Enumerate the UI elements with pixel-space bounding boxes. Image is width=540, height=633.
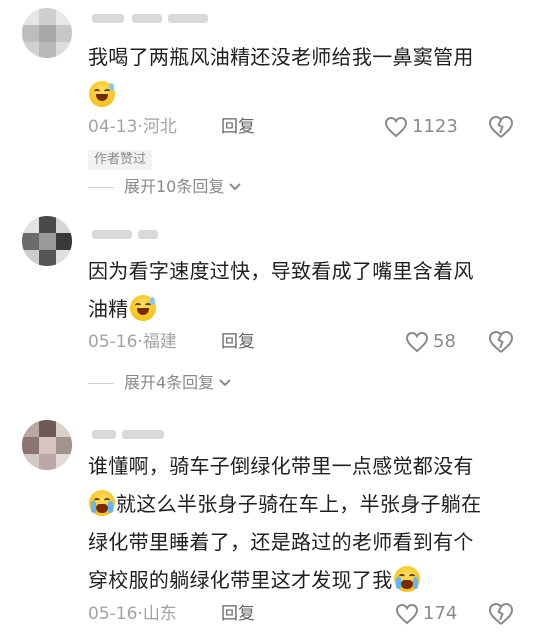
dislike-button[interactable] (488, 329, 514, 355)
dislike-button[interactable] (488, 114, 514, 140)
like-button[interactable]: 58 (405, 330, 456, 354)
comment-meta: 05-16 · 山东 (88, 603, 177, 625)
dislike-button[interactable] (488, 601, 514, 627)
comment-text-line: 油精 (88, 297, 129, 321)
comment-text-line: 穿校服的躺绿化带里这才发现了我 (88, 568, 393, 592)
comment-text-line: 就这么半张身子骑在车上，半张身子躺在 (116, 492, 482, 516)
like-button[interactable]: 174 (395, 602, 457, 626)
like-count: 174 (423, 603, 458, 624)
loudly-crying-emoji (393, 566, 420, 592)
comment-text-line: 因为看字速度过快，导致看成了嘴里含着风 (88, 259, 474, 283)
chevron-down-icon (229, 183, 242, 191)
avatar[interactable] (22, 216, 72, 266)
expand-replies-button[interactable]: 展开4条回复 (88, 372, 232, 394)
broken-heart-icon (489, 603, 513, 625)
heart-icon (405, 331, 429, 353)
comment-text-line: 我喝了两瓶风油精还没老师给我一鼻窦管用 (88, 45, 474, 69)
comment-meta: 05-16 · 福建 (88, 331, 177, 353)
avatar[interactable] (22, 8, 72, 58)
comment-meta: 04-13 · 河北 (88, 116, 177, 138)
chevron-down-icon (219, 379, 231, 387)
like-count: 58 (433, 331, 456, 352)
comment-text-line: 绿化带里睡着了，还是路过的老师看到有个 (88, 530, 474, 554)
comment-text: 因为看字速度过快，导致看成了嘴里含着风 油精 (88, 252, 518, 328)
username-blurred[interactable] (88, 10, 218, 26)
grinning-sweat-emoji (89, 81, 115, 107)
broken-heart-icon (489, 331, 513, 353)
comment-date: 04-13 (88, 117, 138, 137)
username-blurred[interactable] (88, 426, 218, 442)
comment-text: 谁懂啊，骑车子倒绿化带里一点感觉都没有 就这么半张身子骑在车上，半张身子躺在 绿… (88, 447, 518, 599)
broken-heart-icon (489, 116, 513, 138)
expand-replies-label: 展开4条回复 (124, 373, 215, 392)
avatar[interactable] (22, 420, 72, 470)
like-count: 1123 (412, 116, 458, 137)
divider-line (88, 186, 114, 188)
like-button[interactable]: 1123 (384, 115, 458, 139)
comment-text: 我喝了两瓶风油精还没老师给我一鼻窦管用 (88, 38, 518, 114)
heart-icon (395, 603, 419, 625)
expand-replies-label: 展开10条回复 (124, 177, 225, 196)
heart-icon (384, 116, 408, 138)
comment-date: 05-16 (88, 332, 138, 352)
reply-button[interactable]: 回复 (221, 331, 255, 353)
comment-location: 河北 (142, 117, 177, 137)
reply-button[interactable]: 回复 (221, 603, 255, 625)
divider-line (88, 382, 114, 384)
comment-text-line: 谁懂啊，骑车子倒绿化带里一点感觉都没有 (88, 454, 474, 478)
comment-date: 05-16 (88, 604, 138, 624)
username-blurred[interactable] (88, 226, 218, 242)
author-liked-badge: 作者赞过 (88, 150, 153, 170)
loudly-crying-emoji (89, 490, 115, 516)
reply-button[interactable]: 回复 (221, 116, 255, 138)
grinning-sweat-emoji (129, 295, 156, 321)
comment-location: 福建 (142, 332, 177, 352)
expand-replies-button[interactable]: 展开10条回复 (88, 176, 242, 198)
comment-location: 山东 (142, 604, 177, 624)
